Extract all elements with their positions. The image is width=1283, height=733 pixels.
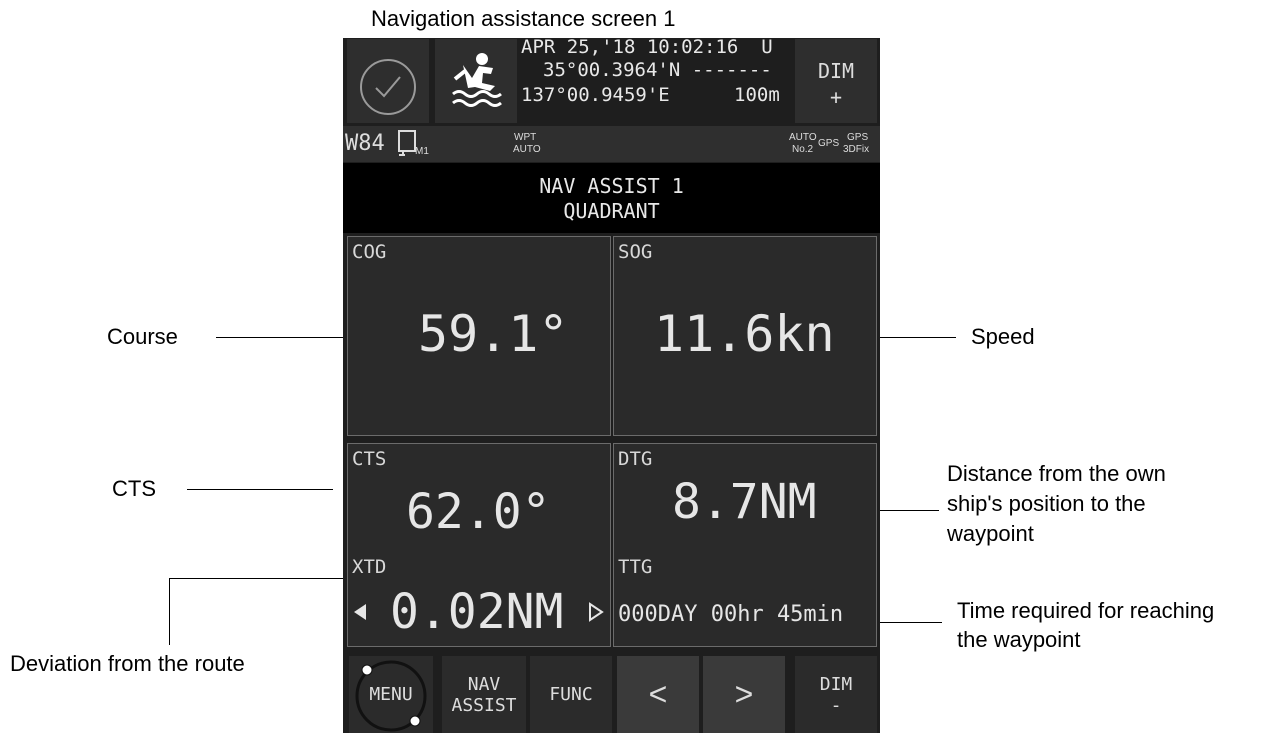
cog-label: COG (352, 241, 387, 263)
ttg-value: 000DAY 00hr 45min (618, 602, 844, 627)
leader-line-ttg (880, 622, 942, 623)
menu-label: MENU (369, 684, 413, 705)
leader-line-speed (880, 337, 956, 338)
cog-cell: COG 59.1° (347, 236, 611, 436)
annotation-ttg-line2: the waypoint (957, 627, 1081, 652)
gps-fix-status: 3DFix (843, 144, 870, 155)
xtd-value: 0.02NM (390, 584, 564, 640)
checkmark-icon (360, 59, 416, 115)
annotation-ttg-line1: Time required for reaching (957, 598, 1215, 623)
annotation-dtg-line1: Distance from the own (947, 461, 1166, 486)
cts-label: CTS (352, 448, 387, 470)
leader-line-course (216, 337, 343, 338)
xtd-label: XTD (352, 556, 387, 578)
gps-fix-label: GPS (847, 132, 869, 143)
longitude-text: 137°00.9459'E (521, 84, 670, 106)
annotation-dtg-line3: waypoint (947, 521, 1034, 546)
leader-line-dtg (880, 510, 939, 511)
figure-caption: Navigation assistance screen 1 (371, 6, 676, 31)
chevron-right-icon: > (734, 676, 754, 712)
nav-assist-label-line2: ASSIST (451, 694, 517, 716)
prev-button[interactable]: < (617, 656, 699, 733)
nav-assist-label-line1: NAV (467, 673, 501, 695)
annotation-xtd: Deviation from the route (10, 651, 245, 676)
leader-line-cts (187, 489, 333, 490)
annotation-course: Course (107, 324, 178, 349)
func-label: FUNC (549, 684, 593, 705)
dim-down-button[interactable]: DIM - (795, 656, 877, 733)
chevron-left-icon: < (648, 676, 668, 712)
dim-up-label: DIM (817, 59, 855, 83)
dtg-label: DTG (618, 448, 653, 470)
receiver-no: No.2 (792, 144, 814, 155)
sog-value: 11.6kn (654, 305, 835, 363)
dim-up-sign: + (829, 85, 843, 109)
xtd-left-arrow-icon (354, 604, 366, 620)
datum-label: W84 (345, 131, 385, 156)
nav-assist-button[interactable]: NAV ASSIST (442, 656, 526, 733)
man-overboard-button[interactable] (435, 39, 517, 123)
latitude-text: 35°00.3964'N ------- (543, 59, 772, 81)
ttg-label: TTG (618, 556, 653, 578)
position-time-panel: APR 25,'18 10:02:16 U 35°00.3964'N -----… (521, 36, 791, 124)
leader-line-xtd-vertical (169, 578, 170, 645)
screen-title-line2: QUADRANT (563, 199, 660, 223)
wpt-mode: AUTO (513, 144, 541, 155)
wpt-label: WPT (514, 132, 537, 143)
func-button[interactable]: FUNC (530, 656, 612, 733)
annotation-cts: CTS (112, 476, 156, 501)
dim-up-button[interactable]: DIM + (795, 39, 877, 123)
annotation-speed: Speed (971, 324, 1035, 349)
cog-value: 59.1° (418, 305, 569, 363)
menu-button[interactable]: MENU (349, 656, 433, 733)
leader-line-xtd-horizontal (169, 578, 343, 579)
cts-value: 62.0° (406, 484, 551, 540)
dim-down-label: DIM (819, 673, 853, 695)
device-screen: APR 25,'18 10:02:16 U 35°00.3964'N -----… (343, 36, 880, 733)
auto-label: AUTO (789, 132, 817, 143)
xtd-right-arrow-icon (589, 602, 604, 622)
dtg-ttg-cell: DTG 8.7NM TTG 000DAY 00hr 45min (613, 443, 877, 647)
next-button[interactable]: > (703, 656, 785, 733)
display-mode-sub: M1 (415, 146, 429, 157)
screen-title: NAV ASSIST 1 QUADRANT (343, 163, 880, 233)
gps-label: GPS (818, 138, 840, 149)
cts-xtd-cell: CTS 62.0° XTD 0.02NM (347, 443, 611, 647)
sog-cell: SOG 11.6kn (613, 236, 877, 436)
datetime-text: APR 25,'18 10:02:16 U (521, 36, 773, 58)
sog-label: SOG (618, 241, 653, 263)
dtg-value: 8.7NM (672, 474, 817, 530)
screen-title-line1: NAV ASSIST 1 (539, 174, 684, 198)
status-bar: W84 M1 WPT AUTO AUTO No.2 GPS GPS 3DFix (343, 126, 880, 162)
check-button[interactable] (347, 39, 429, 123)
altitude-text: 100m (734, 84, 780, 106)
dim-down-sign: - (830, 694, 842, 716)
man-overboard-icon (452, 53, 502, 107)
annotation-dtg-line2: ship's position to the (947, 491, 1146, 516)
